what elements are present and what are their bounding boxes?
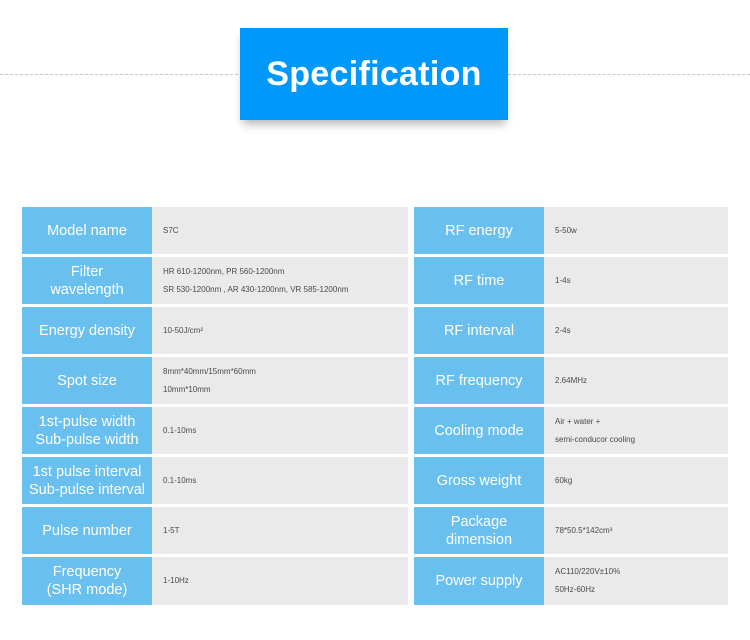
spec-label-text: Sub-pulse interval bbox=[28, 481, 146, 498]
spec-value-text: 1-5T bbox=[163, 525, 180, 535]
table-row: Filter wavelength HR 610-1200nm, PR 560-12… bbox=[22, 257, 408, 304]
table-row: Power supply AC110/220V±10% 50Hz-60Hz bbox=[414, 557, 728, 605]
spec-value-text: Air + water + bbox=[555, 416, 601, 426]
spec-value-text: 60kg bbox=[555, 475, 573, 485]
specification-title-banner: Specification bbox=[240, 28, 508, 120]
spec-label-text: RF time bbox=[453, 272, 505, 289]
spec-value-text: 78*50.5*142cm³ bbox=[555, 525, 613, 535]
spec-label-text: RF interval bbox=[443, 322, 515, 339]
spec-label-cell: Power supply bbox=[414, 557, 544, 605]
spec-table-right: RF energy 5-50w RF time 1-4s RF interval 2-4s… bbox=[414, 207, 728, 608]
spec-value-text: 1-4s bbox=[555, 275, 571, 285]
spec-label-cell: Model name bbox=[22, 207, 152, 254]
spec-label-cell: Cooling mode bbox=[414, 407, 544, 454]
spec-value-text: 2-4s bbox=[555, 325, 571, 335]
spec-label-text: (SHR mode) bbox=[46, 582, 128, 598]
spec-label-cell: 1st pulse interval Sub-pulse interval bbox=[22, 457, 152, 504]
spec-label-cell: 1st-pulse width Sub-pulse width bbox=[22, 407, 152, 454]
table-row: Package dimension 78*50.5*142cm³ bbox=[414, 507, 728, 554]
spec-label-text: Gross weight bbox=[436, 472, 522, 489]
spec-value-cell: 0.1-10ms bbox=[152, 457, 408, 504]
spec-label-text: Power supply bbox=[435, 573, 523, 589]
page-title: Specification bbox=[266, 55, 482, 93]
spec-value-cell: 78*50.5*142cm³ bbox=[544, 507, 728, 554]
table-row: Model name S7C bbox=[22, 207, 408, 254]
spec-label-text: Cooling mode bbox=[434, 422, 524, 439]
spec-label-text: 1st pulse interval bbox=[32, 463, 142, 480]
spec-label-cell: RF interval bbox=[414, 307, 544, 354]
table-row: Cooling mode Air + water + semi-conducor c… bbox=[414, 407, 728, 454]
spec-label-cell: Energy density bbox=[22, 307, 152, 354]
spec-label-cell: Spot size bbox=[22, 357, 152, 404]
spec-label-text: RF frequency bbox=[435, 372, 523, 389]
table-row: Pulse number 1-5T bbox=[22, 507, 408, 554]
spec-label-text: Package bbox=[450, 513, 508, 530]
table-row: 1st pulse interval Sub-pulse interval 0.1-… bbox=[22, 457, 408, 504]
spec-value-cell: HR 610-1200nm, PR 560-1200nm SR 530-1200n… bbox=[152, 257, 408, 304]
table-row: RF time 1-4s bbox=[414, 257, 728, 304]
spec-value-text: AC110/220V±10% bbox=[555, 567, 621, 576]
spec-label-text: Model name bbox=[47, 222, 127, 239]
spec-value-text: 10mm*10mm bbox=[163, 384, 211, 394]
spec-label-cell: RF energy bbox=[414, 207, 544, 254]
spec-value-cell: AC110/220V±10% 50Hz-60Hz bbox=[544, 557, 728, 605]
page-header: Specification bbox=[0, 0, 750, 200]
table-row: Energy density 10-50J/cm² bbox=[22, 307, 408, 354]
spec-value-cell: 2-4s bbox=[544, 307, 728, 354]
spec-label-text: Spot size bbox=[57, 372, 117, 389]
spec-value-cell: 10-50J/cm² bbox=[152, 307, 408, 354]
spec-label-text: Frequency bbox=[52, 564, 122, 580]
spec-value-text: 1-10Hz bbox=[163, 576, 189, 585]
spec-value-cell: 0.1-10ms bbox=[152, 407, 408, 454]
spec-value-cell: 1-4s bbox=[544, 257, 728, 304]
spec-value-text: 50Hz-60Hz bbox=[555, 585, 596, 594]
spec-value-text: 5-50w bbox=[555, 225, 577, 235]
spec-label-cell: Pulse number bbox=[22, 507, 152, 554]
spec-value-text: 10-50J/cm² bbox=[163, 325, 204, 335]
spec-value-text: 8mm*40mm/15mm*60mm bbox=[163, 366, 256, 376]
spec-value-text: SR 530-1200nm , AR 430-1200nm, VR 585-12… bbox=[163, 284, 349, 294]
spec-value-cell: S7C bbox=[152, 207, 408, 254]
spec-label-text: 1st-pulse width bbox=[38, 413, 136, 430]
table-row: Gross weight 60kg bbox=[414, 457, 728, 504]
table-row: RF frequency 2.64MHz bbox=[414, 357, 728, 404]
spec-value-cell: 60kg bbox=[544, 457, 728, 504]
spec-label-text: Sub-pulse width bbox=[35, 431, 139, 448]
spec-label-text: dimension bbox=[445, 531, 513, 548]
spec-value-cell: Air + water + semi-conducor cooling bbox=[544, 407, 728, 454]
spec-value-text: 0.1-10ms bbox=[163, 475, 197, 485]
spec-table-left: Model name S7C Filter wavelength HR 610-1200… bbox=[22, 207, 408, 608]
header-divider-left bbox=[0, 74, 243, 75]
table-row: 1st-pulse width Sub-pulse width 0.1-10ms bbox=[22, 407, 408, 454]
spec-label-cell: RF time bbox=[414, 257, 544, 304]
spec-value-cell: 5-50w bbox=[544, 207, 728, 254]
spec-value-text: semi-conducor cooling bbox=[555, 434, 636, 444]
header-divider-right bbox=[508, 74, 750, 75]
spec-label-text: RF energy bbox=[445, 222, 513, 239]
spec-value-cell: 1-5T bbox=[152, 507, 408, 554]
spec-label-text: Energy density bbox=[39, 322, 135, 339]
spec-value-text: S7C bbox=[163, 225, 179, 235]
table-row: RF energy 5-50w bbox=[414, 207, 728, 254]
spec-value-text: HR 610-1200nm, PR 560-1200nm bbox=[163, 266, 285, 276]
spec-value-cell: 8mm*40mm/15mm*60mm 10mm*10mm bbox=[152, 357, 408, 404]
spec-value-cell: 2.64MHz bbox=[544, 357, 728, 404]
spec-label-cell: Filter wavelength bbox=[22, 257, 152, 304]
spec-label-cell: Gross weight bbox=[414, 457, 544, 504]
spec-label-text: Pulse number bbox=[42, 522, 132, 539]
table-row: RF interval 2-4s bbox=[414, 307, 728, 354]
spec-value-cell: 1-10Hz bbox=[152, 557, 408, 605]
table-row: Frequency (SHR mode) 1-10Hz bbox=[22, 557, 408, 605]
table-row: Spot size 8mm*40mm/15mm*60mm 10mm*10mm bbox=[22, 357, 408, 404]
spec-value-text: 2.64MHz bbox=[555, 375, 588, 385]
spec-label-cell: Frequency (SHR mode) bbox=[22, 557, 152, 605]
spec-label-text: wavelength bbox=[50, 281, 124, 298]
spec-label-cell: RF frequency bbox=[414, 357, 544, 404]
spec-label-cell: Package dimension bbox=[414, 507, 544, 554]
spec-label-text: Filter bbox=[70, 263, 104, 280]
spec-value-text: 0.1-10ms bbox=[163, 425, 197, 435]
